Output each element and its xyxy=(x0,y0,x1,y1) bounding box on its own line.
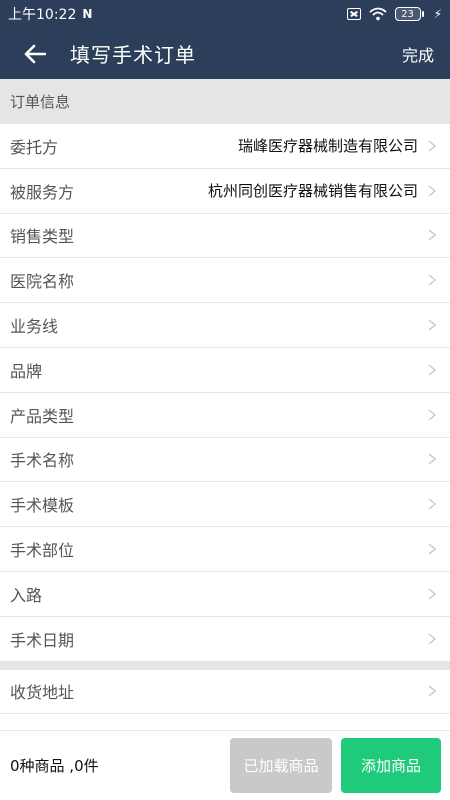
status-left: 上午10:22 N xyxy=(8,4,92,24)
chevron-right-icon xyxy=(428,498,436,510)
field-label: 销售类型 xyxy=(10,227,75,247)
status-bar: 上午10:22 N 23 ⚡ xyxy=(0,0,450,28)
field-row-surgery-name[interactable]: 手术名称 xyxy=(0,437,450,483)
battery-level: 23 xyxy=(394,7,421,21)
field-label: 业务线 xyxy=(10,317,59,337)
field-row-hospital[interactable]: 医院名称 xyxy=(0,258,450,304)
field-row-surgery-site[interactable]: 手术部位 xyxy=(0,527,450,572)
field-row-sales-type[interactable]: 销售类型 xyxy=(0,213,450,259)
field-label: 收货地址 xyxy=(10,683,75,703)
field-row-approach[interactable]: 入路 xyxy=(0,571,450,617)
field-label: 手术部位 xyxy=(10,541,75,561)
app-header: 上午10:22 N 23 ⚡ 填写手术订单 完成 xyxy=(0,0,450,79)
page-title: 填写手术订单 xyxy=(70,43,196,67)
charging-icon: ⚡ xyxy=(433,7,442,21)
battery-icon: 23 xyxy=(394,7,424,21)
chevron-right-icon xyxy=(428,229,436,242)
field-label: 委托方 xyxy=(10,137,59,157)
add-product-button[interactable]: 添加商品 xyxy=(341,738,441,793)
nav-bar: 填写手术订单 完成 xyxy=(0,28,450,79)
battery-cap xyxy=(421,11,424,17)
field-label: 品牌 xyxy=(10,361,43,381)
field-row-business-line[interactable]: 业务线 xyxy=(0,303,450,348)
status-right: 23 ⚡ xyxy=(346,7,442,21)
chevron-right-icon xyxy=(428,633,436,645)
field-label: 入路 xyxy=(10,585,43,605)
chevron-right-icon xyxy=(428,453,436,466)
chevron-right-icon xyxy=(428,685,436,697)
field-label: 医院名称 xyxy=(10,272,75,292)
wifi-icon xyxy=(368,7,387,21)
product-summary: 0种商品 ,0件 xyxy=(10,757,99,775)
chevron-right-icon xyxy=(428,588,436,600)
chevron-right-icon xyxy=(428,185,436,197)
field-label: 手术日期 xyxy=(10,630,75,650)
chevron-right-icon xyxy=(428,409,436,421)
field-label: 被服务方 xyxy=(10,182,75,202)
arrow-left-icon xyxy=(24,44,46,63)
section-divider xyxy=(0,661,450,670)
chevron-right-icon xyxy=(428,543,436,555)
status-time: 上午10:22 xyxy=(8,7,77,23)
chevron-right-icon xyxy=(428,319,436,331)
sim-none-icon xyxy=(346,8,361,20)
order-field-list: 委托方 瑞峰医疗器械制造有限公司 被服务方 杭州同创医疗器械销售有限公司 销售类… xyxy=(0,124,450,715)
field-value: 杭州同创医疗器械销售有限公司 xyxy=(207,182,418,201)
field-row-served-party[interactable]: 被服务方 杭州同创医疗器械销售有限公司 xyxy=(0,168,450,214)
n-notification-icon: N xyxy=(82,7,93,21)
field-row-client[interactable]: 委托方 瑞峰医疗器械制造有限公司 xyxy=(0,124,450,169)
back-button[interactable] xyxy=(0,28,70,79)
field-label: 手术模板 xyxy=(10,496,75,516)
done-button[interactable]: 完成 xyxy=(402,42,450,66)
field-label: 手术名称 xyxy=(10,451,75,471)
chevron-right-icon xyxy=(428,140,436,152)
chevron-right-icon xyxy=(428,364,436,376)
field-row-brand[interactable]: 品牌 xyxy=(0,347,450,393)
section-order-info: 订单信息 xyxy=(0,79,450,124)
chevron-right-icon xyxy=(428,274,436,286)
field-row-surgery-template[interactable]: 手术模板 xyxy=(0,482,450,528)
field-row-product-type[interactable]: 产品类型 xyxy=(0,392,450,438)
field-row-shipping-address[interactable]: 收货地址 xyxy=(0,669,450,715)
field-value: 瑞峰医疗器械制造有限公司 xyxy=(237,137,418,156)
loaded-products-button[interactable]: 已加载商品 xyxy=(230,738,332,793)
field-row-surgery-date[interactable]: 手术日期 xyxy=(0,616,450,662)
field-label: 产品类型 xyxy=(10,406,75,426)
